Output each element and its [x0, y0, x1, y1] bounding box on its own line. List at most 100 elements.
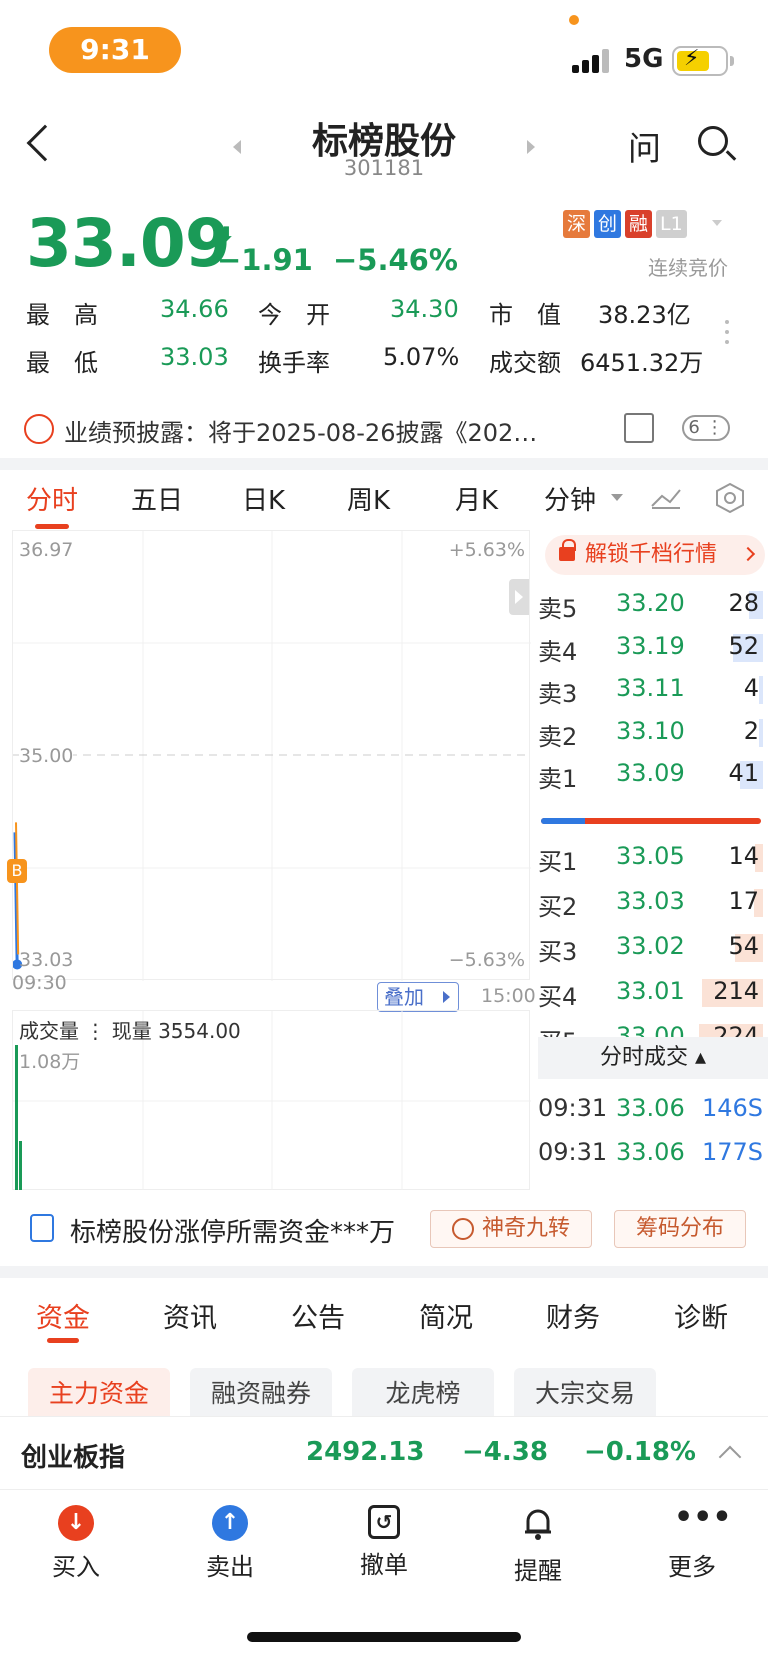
index-pct: −0.18%	[584, 1437, 696, 1467]
alert-button[interactable]: 提醒	[478, 1505, 598, 1586]
signal-icon	[572, 49, 614, 73]
notice-add-icon[interactable]	[624, 413, 654, 443]
chip-distribution-button[interactable]: 筹码分布	[614, 1210, 746, 1248]
buy-button[interactable]: ↓ 买入	[16, 1505, 136, 1582]
search-icon[interactable]	[698, 126, 728, 156]
volume-title: 成交量 ⋮ 现量 3554.00	[19, 1019, 241, 1043]
ask-level-row[interactable]: 卖4 33.19 52	[538, 628, 763, 668]
y-axis-mid: 35.00	[19, 745, 74, 767]
notice-count-badge[interactable]: 6 ⋮	[682, 415, 730, 441]
bid-qty: 17	[728, 887, 759, 915]
overlay-button[interactable]: 叠加	[377, 982, 459, 1012]
price-line-layer	[13, 822, 23, 970]
market-tags: 深创融 L1	[563, 210, 691, 240]
expand-chart-icon[interactable]	[509, 579, 529, 615]
ask-label: 卖3	[538, 680, 578, 708]
bid-level-row[interactable]: 买1 33.05 14	[538, 838, 763, 878]
fill-vol: 177S	[702, 1138, 764, 1166]
chip-margin-trading[interactable]: 融资融券	[190, 1368, 332, 1416]
bid-level-row[interactable]: 买2 33.03 17	[538, 883, 763, 923]
unlock-depth-button[interactable]: 解锁千档行情	[545, 535, 765, 575]
sell-label: 卖出	[206, 1553, 254, 1581]
volume-bar	[15, 1045, 18, 1191]
bid-level-row[interactable]: 买3 33.02 54	[538, 928, 763, 968]
ask-depth-bar	[759, 676, 763, 704]
ask-level-row[interactable]: 卖3 33.11 4	[538, 670, 763, 710]
tab-intraday[interactable]: 分时	[26, 480, 78, 517]
bid-price: 33.03	[616, 887, 685, 915]
trade-mode: 连续竞价	[648, 256, 728, 280]
time-end: 15:00	[481, 985, 536, 1007]
ask-level-row[interactable]: 卖5 33.20 28	[538, 585, 763, 625]
overlay-arrow-icon	[443, 991, 450, 1003]
notice-text: 业绩预披露：将于2025-08-26披露《202…	[64, 419, 538, 447]
tag-level[interactable]: L1	[656, 210, 687, 238]
bid-label: 买3	[538, 938, 578, 966]
chart-tabs: 分时 五日 日K 周K 月K 分钟	[0, 480, 768, 530]
chip-block-trade[interactable]: 大宗交易	[514, 1368, 656, 1416]
more-button[interactable]: ••• 更多	[632, 1503, 752, 1582]
chevron-up-icon[interactable]	[718, 1445, 742, 1469]
ask-level-row[interactable]: 卖2 33.10 2	[538, 713, 763, 753]
pct-axis-top: +5.63%	[448, 539, 525, 561]
intraday-chart[interactable]: 36.97 35.00 33.03 +5.63% −5.63% B	[7, 530, 531, 981]
ask-price: 33.11	[616, 674, 685, 702]
chip-dragon-tiger[interactable]: 龙虎榜	[352, 1368, 494, 1416]
fills-header[interactable]: 分时成交 ▴	[538, 1037, 768, 1079]
ask-qty: 52	[728, 631, 759, 660]
volume-chart[interactable]: 成交量 ⋮ 现量 3554.00 1.08万	[12, 1010, 531, 1191]
network-type: 5G	[624, 44, 664, 74]
settings-icon[interactable]	[714, 482, 746, 514]
spacer	[0, 1190, 768, 1200]
tab-monthly-k[interactable]: 月K	[455, 480, 498, 517]
level-dropdown-icon[interactable]	[712, 220, 722, 226]
tab-announcements[interactable]: 公告	[291, 1296, 345, 1335]
indicator-icon[interactable]	[650, 486, 682, 510]
tab-financials[interactable]: 财务	[546, 1296, 600, 1335]
active-tab-indicator	[35, 524, 69, 529]
ask-label: 卖1	[538, 765, 578, 793]
tab-five-day[interactable]: 五日	[131, 480, 183, 517]
check-circle-icon	[451, 1218, 474, 1240]
low-value: 33.03	[160, 343, 229, 371]
earnings-notice[interactable]: 业绩预披露：将于2025-08-26披露《202… 6 ⋮	[0, 405, 768, 455]
bid-level-row[interactable]: 买4 33.01 214	[538, 973, 763, 1013]
magic-nine-button[interactable]: 神奇九转	[430, 1210, 592, 1248]
limit-up-capital[interactable]: 标榜股份涨停所需资金***万	[70, 1212, 395, 1249]
price-change: −1.91 −5.46%	[217, 243, 458, 277]
stock-header: 标榜股份 301181 问	[0, 100, 768, 190]
ask-label: 卖2	[538, 722, 578, 751]
sell-button[interactable]: ↑ 卖出	[170, 1505, 290, 1582]
minute-dropdown-icon[interactable]	[611, 494, 623, 501]
ask-price: 33.19	[616, 631, 685, 660]
change-value: −1.91	[217, 243, 313, 277]
volume-max: 1.08万	[19, 1051, 81, 1073]
tab-minute[interactable]: 分钟	[544, 480, 596, 517]
buy-marker[interactable]: B	[7, 859, 27, 883]
bottom-nav: ↓ 买入 ↑ 卖出 ↺ 撤单 提醒 ••• 更多	[0, 1495, 768, 1605]
info-tabs: 资金 资讯 公告 简况 财务 诊断	[0, 1290, 768, 1350]
bell-icon	[525, 1509, 551, 1540]
order-balance-bar	[541, 818, 761, 824]
tab-daily-k[interactable]: 日K	[242, 480, 285, 517]
ask-button[interactable]: 问	[628, 122, 661, 170]
next-stock-icon[interactable]	[527, 140, 535, 154]
turnover-label: 换手率	[258, 349, 330, 377]
tab-capital[interactable]: 资金	[36, 1296, 90, 1335]
ask-qty: 28	[728, 589, 759, 617]
index-ticker[interactable]: 创业板指 2492.13 −4.38 −0.18%	[0, 1416, 768, 1490]
high-value: 34.66	[160, 295, 229, 323]
open-label: 今 开	[258, 301, 330, 329]
bid-label: 买4	[538, 983, 578, 1011]
magic-nine-label: 神奇九转	[481, 1216, 570, 1241]
tab-news[interactable]: 资讯	[163, 1296, 217, 1335]
tab-overview[interactable]: 简况	[419, 1296, 473, 1335]
tab-weekly-k[interactable]: 周K	[347, 480, 390, 517]
ask-level-row[interactable]: 卖1 33.09 41	[538, 755, 763, 795]
amount-value: 6451.32万	[580, 349, 704, 377]
chip-main-funds[interactable]: 主力资金	[28, 1368, 170, 1416]
ask-qty: 2	[743, 716, 759, 745]
more-stats-icon[interactable]	[725, 320, 729, 350]
tab-diagnosis[interactable]: 诊断	[674, 1296, 728, 1335]
cancel-order-button[interactable]: ↺ 撤单	[324, 1505, 444, 1580]
